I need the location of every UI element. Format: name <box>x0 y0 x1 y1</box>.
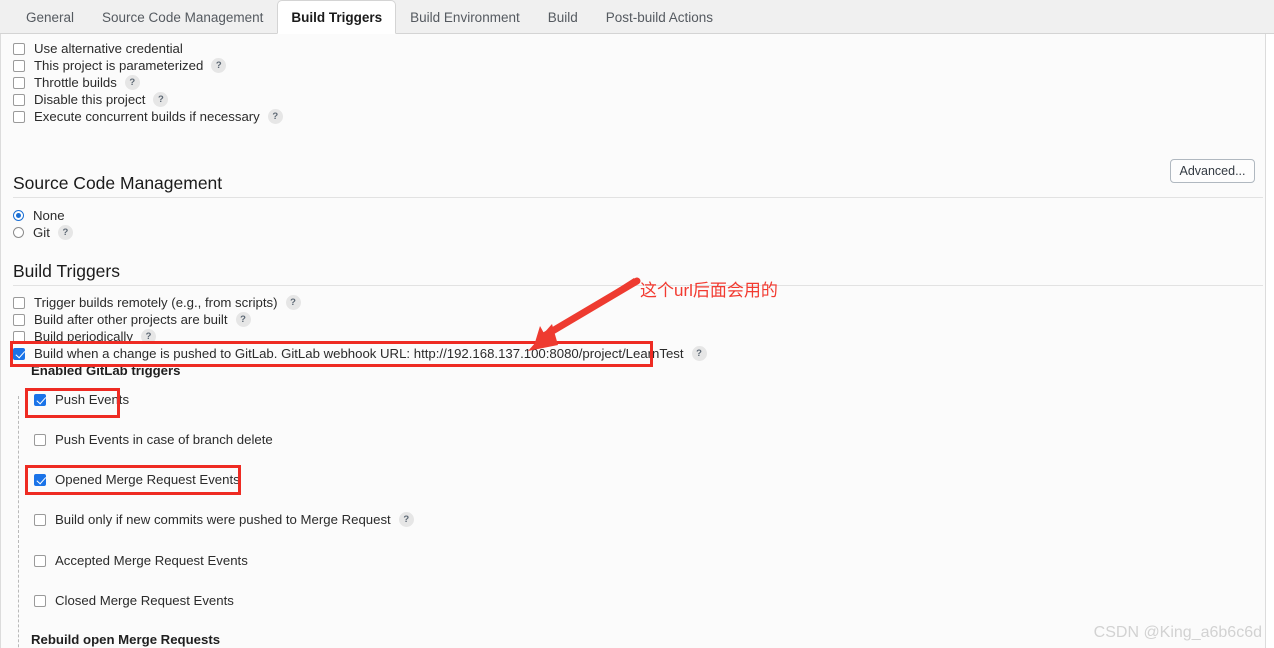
trigger-label: Build after other projects are built <box>34 312 228 327</box>
tab-build-triggers[interactable]: Build Triggers <box>277 0 397 34</box>
gitlab-trigger-closed-merge-request-events[interactable]: Closed Merge Request Events <box>34 593 234 608</box>
section-heading-build-triggers: Build Triggers <box>13 261 120 281</box>
watermark: CSDN @King_a6b6c6d <box>1093 624 1262 641</box>
option-this-project-is-parameterized[interactable]: This project is parameterized ? <box>13 58 227 73</box>
checkbox-disable-this-project[interactable] <box>13 93 25 106</box>
option-label: Disable this project <box>34 92 146 107</box>
section-divider-build-triggers <box>13 285 1263 286</box>
trigger-build-periodically[interactable]: Build periodically ? <box>13 329 156 344</box>
tab-source-code-management[interactable]: Source Code Management <box>88 0 277 33</box>
radio-git[interactable] <box>13 227 24 238</box>
advanced-button[interactable]: Advanced... <box>1170 159 1255 183</box>
radio-none[interactable] <box>13 210 24 221</box>
trigger-build-remotely[interactable]: Trigger builds remotely (e.g., from scri… <box>13 295 301 310</box>
help-icon[interactable]: ? <box>153 92 169 107</box>
scm-option-label: Git <box>33 225 50 240</box>
trigger-label: Trigger builds remotely (e.g., from scri… <box>34 295 278 310</box>
option-label: Execute concurrent builds if necessary <box>34 109 260 124</box>
option-throttle-builds[interactable]: Throttle builds ? <box>13 75 140 90</box>
checkbox-push-events[interactable] <box>34 393 46 406</box>
tab-build[interactable]: Build <box>534 0 592 33</box>
gitlab-trigger-push-events[interactable]: Push Events <box>34 392 129 407</box>
checkbox-execute-concurrent-builds[interactable] <box>13 110 25 123</box>
gitlab-trigger-push-events-branch-delete[interactable]: Push Events in case of branch delete <box>34 432 273 447</box>
checkbox-use-alternative-credential[interactable] <box>13 42 25 55</box>
gitlab-trigger-label: Accepted Merge Request Events <box>55 553 248 568</box>
help-icon[interactable]: ? <box>267 109 283 124</box>
option-use-alternative-credential[interactable]: Use alternative credential <box>13 41 183 56</box>
gitlab-trigger-label: Opened Merge Request Events <box>55 472 240 487</box>
checkbox-build-periodically[interactable] <box>13 330 25 343</box>
checkbox-throttle-builds[interactable] <box>13 76 25 89</box>
checkbox-closed-merge-request-events[interactable] <box>34 594 46 607</box>
section-heading-source-code-management: Source Code Management <box>13 173 223 193</box>
checkbox-this-project-is-parameterized[interactable] <box>13 59 25 72</box>
option-label: Throttle builds <box>34 75 117 90</box>
tab-general[interactable]: General <box>12 0 88 33</box>
help-icon[interactable]: ? <box>140 329 156 344</box>
checkbox-build-only-new-commits[interactable] <box>34 513 46 526</box>
enabled-gitlab-triggers-label: Enabled GitLab triggers <box>31 363 181 378</box>
help-icon[interactable]: ? <box>285 295 301 310</box>
section-divider-scm <box>13 197 1263 198</box>
gitlab-trigger-opened-merge-request-events[interactable]: Opened Merge Request Events <box>34 472 240 487</box>
help-icon[interactable]: ? <box>124 75 140 90</box>
help-icon[interactable]: ? <box>398 512 414 527</box>
config-tabbar: General Source Code Management Build Tri… <box>0 0 1274 34</box>
rebuild-open-merge-requests-label: Rebuild open Merge Requests <box>31 632 221 647</box>
trigger-label: Build when a change is pushed to GitLab.… <box>34 346 684 361</box>
help-icon[interactable]: ? <box>235 312 251 327</box>
nested-section-rail <box>18 396 19 648</box>
checkbox-opened-merge-request-events[interactable] <box>34 473 46 486</box>
gitlab-trigger-build-only-new-commits[interactable]: Build only if new commits were pushed to… <box>34 512 414 527</box>
trigger-label: Build periodically <box>34 329 133 344</box>
help-icon[interactable]: ? <box>211 58 227 73</box>
checkbox-accepted-merge-request-events[interactable] <box>34 554 46 567</box>
option-label: This project is parameterized <box>34 58 204 73</box>
help-icon[interactable]: ? <box>57 225 73 240</box>
option-execute-concurrent-builds[interactable]: Execute concurrent builds if necessary ? <box>13 109 283 124</box>
gitlab-trigger-label: Build only if new commits were pushed to… <box>55 512 391 527</box>
gitlab-trigger-label: Closed Merge Request Events <box>55 593 234 608</box>
checkbox-gitlab-webhook[interactable] <box>13 347 25 360</box>
scm-option-git[interactable]: Git ? <box>13 225 73 240</box>
checkbox-push-events-branch-delete[interactable] <box>34 433 46 446</box>
checkbox-build-after-other-projects[interactable] <box>13 313 25 326</box>
scm-option-none[interactable]: None <box>13 208 65 223</box>
annotation-note-text: 这个url后面会用的 <box>640 281 778 300</box>
trigger-gitlab-webhook[interactable]: Build when a change is pushed to GitLab.… <box>13 346 707 361</box>
trigger-build-after-other-projects[interactable]: Build after other projects are built ? <box>13 312 251 327</box>
gitlab-trigger-accepted-merge-request-events[interactable]: Accepted Merge Request Events <box>34 553 248 568</box>
option-label: Use alternative credential <box>34 41 183 56</box>
jenkins-job-config-screen: General Source Code Management Build Tri… <box>0 0 1274 648</box>
scm-option-label: None <box>33 208 65 223</box>
tab-post-build-actions[interactable]: Post-build Actions <box>592 0 727 33</box>
help-icon[interactable]: ? <box>691 346 707 361</box>
gitlab-trigger-label: Push Events <box>55 392 130 407</box>
gitlab-trigger-label: Push Events in case of branch delete <box>55 432 273 447</box>
config-content-panel: Use alternative credential This project … <box>0 34 1266 648</box>
checkbox-trigger-build-remotely[interactable] <box>13 296 25 309</box>
option-disable-this-project[interactable]: Disable this project ? <box>13 92 169 107</box>
tab-build-environment[interactable]: Build Environment <box>396 0 534 33</box>
